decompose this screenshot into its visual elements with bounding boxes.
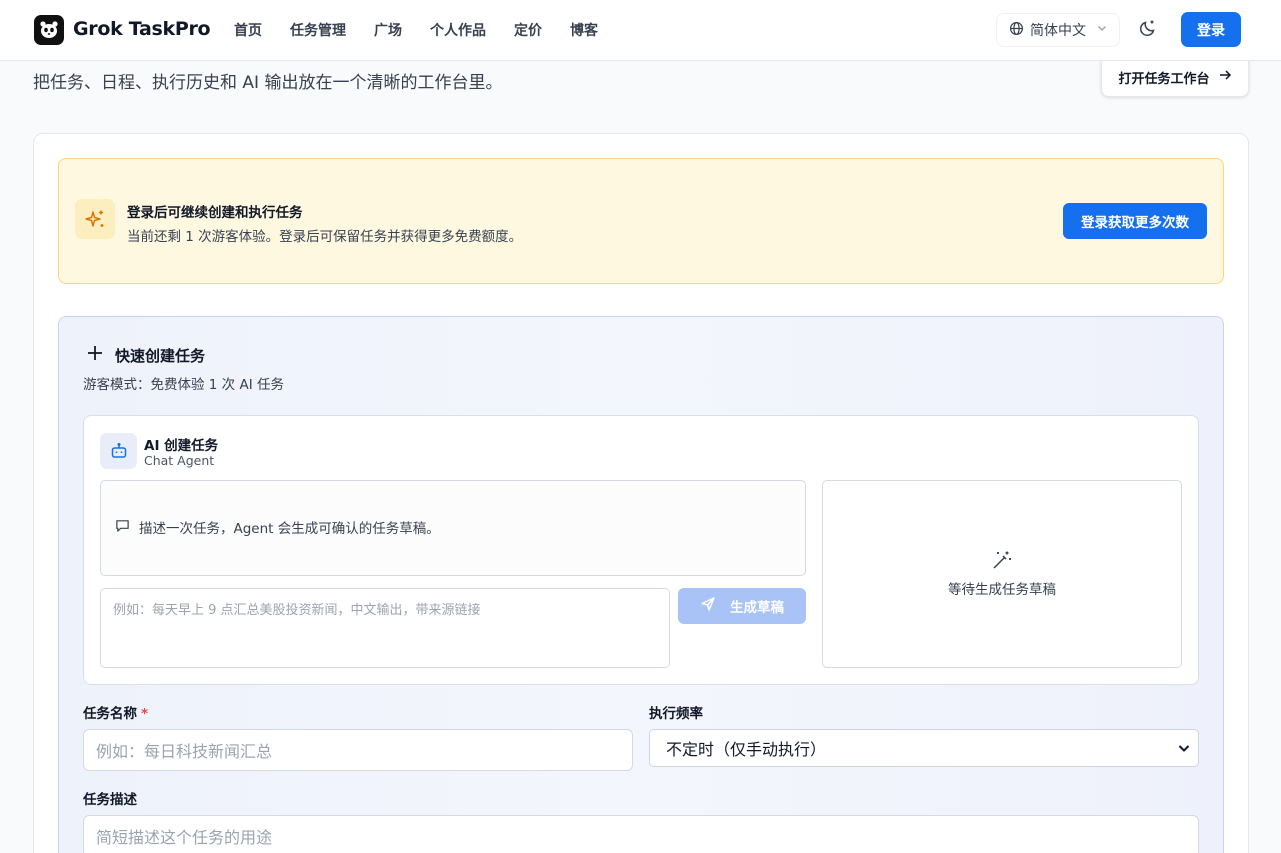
prompt-input[interactable]: 例如：每天早上 9 点汇总美股投资新闻，中文输出，带来源链接: [100, 588, 670, 668]
frequency-label: 执行频率: [649, 706, 703, 722]
robot-icon: [100, 433, 137, 469]
ai-create-card: AI 创建任务 Chat Agent 描述一次任务，Agent 会生成可确认的任…: [83, 415, 1199, 685]
quick-create-header: 快速创建任务: [85, 343, 205, 367]
chevron-down-icon: [1176, 740, 1192, 760]
open-workbench-button[interactable]: 打开任务工作台: [1101, 57, 1249, 97]
globe-icon: [1009, 21, 1024, 40]
page-subtitle: 把任务、日程、执行历史和 AI 输出放在一个清晰的工作台里。: [33, 73, 503, 93]
top-navbar: Grok TaskPro 首页 任务管理 广场 个人作品 定价 博客 简体中文 …: [0, 0, 1281, 61]
ai-create-title: AI 创建任务: [144, 438, 219, 454]
nav-link-plaza[interactable]: 广场: [374, 20, 402, 40]
ai-create-subtitle: Chat Agent: [144, 453, 215, 468]
generate-draft-button[interactable]: 生成草稿: [678, 588, 806, 624]
quick-create-subtitle: 游客模式：免费体验 1 次 AI 任务: [83, 377, 284, 393]
sparkles-icon: [75, 199, 115, 239]
nav-link-home[interactable]: 首页: [234, 20, 262, 40]
language-selector[interactable]: 简体中文: [996, 13, 1120, 47]
task-name-placeholder: 例如：每日科技新闻汇总: [96, 742, 273, 761]
nav-link-works[interactable]: 个人作品: [430, 20, 486, 40]
language-label: 简体中文: [1030, 23, 1086, 39]
plus-icon: [85, 343, 105, 367]
nav-links: 首页 任务管理 广场 个人作品 定价 博客: [234, 20, 598, 40]
alert-description: 当前还剩 1 次游客体验。登录后可保留任务并获得更多免费额度。: [127, 229, 523, 245]
task-name-input[interactable]: 例如：每日科技新闻汇总: [83, 729, 633, 771]
draft-preview: 等待生成任务草稿: [822, 480, 1182, 668]
draft-placeholder-text: 等待生成任务草稿: [948, 582, 1056, 598]
login-more-button[interactable]: 登录获取更多次数: [1063, 203, 1207, 239]
brand-name[interactable]: Grok TaskPro: [73, 18, 211, 40]
nav-link-pricing[interactable]: 定价: [514, 20, 542, 40]
task-description-label: 任务描述: [83, 792, 137, 808]
magic-wand-icon: [991, 549, 1013, 575]
task-name-label: 任务名称 *: [83, 702, 148, 722]
task-name-label-text: 任务名称: [83, 706, 137, 722]
quick-create-title: 快速创建任务: [115, 346, 206, 365]
open-workbench-label: 打开任务工作台: [1118, 71, 1210, 87]
alert-title: 登录后可继续创建和执行任务: [127, 205, 303, 221]
chat-area: 描述一次任务，Agent 会生成可确认的任务草稿。: [100, 480, 806, 576]
chat-hint: 描述一次任务，Agent 会生成可确认的任务草稿。: [115, 517, 440, 537]
frequency-value: 不定时（仅手动执行）: [666, 740, 827, 759]
task-description-placeholder: 简短描述这个任务的用途: [96, 828, 273, 847]
message-icon: [115, 518, 130, 537]
theme-toggle-button[interactable]: [1134, 15, 1162, 45]
frequency-select[interactable]: 不定时（仅手动执行）: [649, 729, 1199, 767]
required-marker: *: [141, 706, 149, 722]
generate-draft-label: 生成草稿: [730, 600, 784, 616]
chevron-down-icon: [1096, 22, 1108, 38]
nav-link-blog[interactable]: 博客: [570, 20, 598, 40]
task-description-input[interactable]: 简短描述这个任务的用途: [83, 815, 1199, 853]
prompt-placeholder: 例如：每天早上 9 点汇总美股投资新闻，中文输出，带来源链接: [113, 603, 481, 618]
login-alert: 登录后可继续创建和执行任务 当前还剩 1 次游客体验。登录后可保留任务并获得更多…: [58, 158, 1224, 284]
login-button[interactable]: 登录: [1181, 12, 1241, 47]
send-icon: [700, 596, 716, 616]
arrow-right-icon: [1218, 68, 1232, 86]
moon-icon: [1138, 18, 1158, 42]
nav-link-tasks[interactable]: 任务管理: [290, 20, 346, 40]
brand-logo-icon[interactable]: [34, 15, 64, 45]
chat-hint-text: 描述一次任务，Agent 会生成可确认的任务草稿。: [139, 521, 440, 537]
